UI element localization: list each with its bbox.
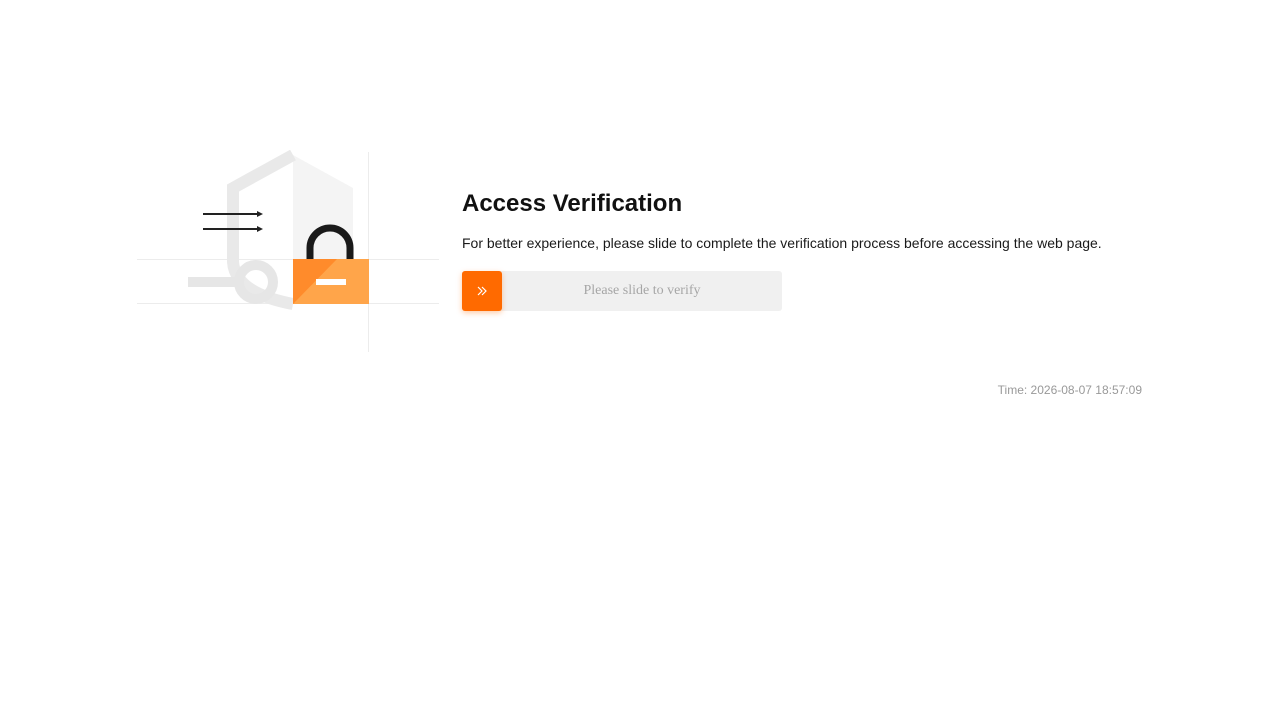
verification-page: Access Verification For better experienc… [0, 0, 1280, 720]
slide-verify-track[interactable]: Please slide to verify [462, 271, 782, 311]
page-title: Access Verification [462, 190, 683, 217]
double-chevron-right-icon [477, 286, 487, 296]
verification-description: For better experience, please slide to c… [462, 235, 1102, 251]
slide-verify-handle[interactable] [462, 271, 502, 311]
security-illustration [137, 150, 439, 352]
verification-panel: Access Verification For better experienc… [462, 189, 1162, 311]
slide-verify-label: Please slide to verify [583, 283, 701, 298]
timestamp: Time: 2026-08-07 18:57:09 [997, 383, 1142, 397]
